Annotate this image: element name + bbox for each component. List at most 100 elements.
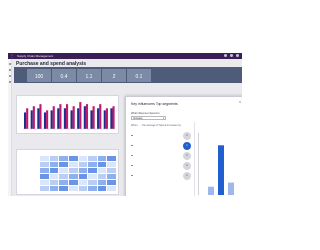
bar-mark[interactable]	[65, 104, 69, 129]
table-row[interactable]	[19, 174, 117, 179]
kpi-card[interactable]: 1.1	[77, 69, 101, 82]
pinned-icon[interactable]	[9, 81, 11, 83]
bar-mark[interactable]	[37, 108, 40, 129]
detail-bar[interactable]	[228, 182, 234, 195]
bar-mark[interactable]	[99, 104, 102, 129]
table-cell[interactable]	[49, 174, 60, 179]
table-cell[interactable]	[97, 174, 108, 179]
table-cell[interactable]	[78, 156, 89, 161]
bar-mark[interactable]	[90, 110, 93, 129]
table-cell[interactable]	[68, 162, 79, 167]
kpi-card[interactable]: 100	[27, 69, 51, 82]
bar-mark[interactable]	[83, 106, 86, 129]
table-cell[interactable]	[40, 168, 50, 173]
table-cell[interactable]	[107, 162, 117, 167]
table-cell[interactable]	[107, 186, 117, 191]
bar-mark[interactable]	[46, 110, 49, 129]
influencer-row[interactable]: 1	[131, 152, 191, 160]
table-cell[interactable]	[88, 156, 98, 161]
table-cell[interactable]	[49, 156, 60, 161]
table-cell[interactable]	[88, 174, 98, 179]
table-row[interactable]	[19, 168, 117, 173]
kpi-card[interactable]: 0.1	[127, 69, 151, 82]
bar-mark[interactable]	[43, 112, 47, 129]
bar-mark[interactable]	[105, 108, 108, 129]
table-cell[interactable]	[59, 156, 69, 161]
table-cell[interactable]	[88, 186, 98, 191]
table-cell[interactable]	[107, 180, 117, 185]
table-cell[interactable]	[68, 156, 79, 161]
bar-mark[interactable]	[70, 110, 73, 129]
bar-mark[interactable]	[85, 104, 89, 129]
recent-icon[interactable]	[9, 75, 11, 77]
bar-mark[interactable]	[97, 108, 100, 129]
table-cell[interactable]	[107, 174, 117, 179]
influencer-row[interactable]: 1	[131, 132, 191, 140]
table-cell[interactable]	[97, 156, 108, 161]
influencer-row[interactable]: 1	[131, 142, 191, 150]
table-row[interactable]	[19, 156, 117, 161]
kpi-card[interactable]: 2	[102, 69, 126, 82]
help-icon[interactable]	[230, 54, 233, 57]
app-launcher-icon[interactable]: ⋮	[10, 54, 14, 58]
bar-mark[interactable]	[72, 106, 75, 129]
bar-mark[interactable]	[57, 108, 60, 129]
table-row[interactable]	[19, 162, 117, 167]
table-cell[interactable]	[97, 162, 108, 167]
table-cell[interactable]	[78, 174, 89, 179]
spend-direction-dropdown[interactable]: Increase ▾	[131, 116, 166, 120]
table-cell[interactable]	[59, 174, 69, 179]
bar-mark[interactable]	[112, 106, 115, 129]
bar-mark[interactable]	[39, 104, 42, 129]
bar-mark[interactable]	[63, 108, 66, 129]
table-row[interactable]	[19, 180, 117, 185]
table-cell[interactable]	[59, 168, 69, 173]
table-cell[interactable]	[49, 162, 60, 167]
table-cell[interactable]	[40, 156, 50, 161]
bar-mark[interactable]	[32, 106, 35, 129]
table-cell[interactable]	[68, 180, 79, 185]
bar-mark[interactable]	[50, 110, 53, 129]
bar-mark[interactable]	[110, 108, 113, 129]
table-cell[interactable]	[97, 168, 108, 173]
table-cell[interactable]	[88, 168, 98, 173]
home-icon[interactable]	[9, 69, 11, 71]
table-cell[interactable]	[68, 186, 79, 191]
table-cell[interactable]	[59, 180, 69, 185]
avatar[interactable]	[236, 54, 239, 57]
table-cell[interactable]	[78, 162, 89, 167]
detail-bar[interactable]	[218, 145, 224, 195]
bar-mark[interactable]	[79, 102, 82, 129]
table-cell[interactable]	[78, 186, 89, 191]
table-cell[interactable]	[40, 174, 50, 179]
table-cell[interactable]	[107, 168, 117, 173]
bar-mark[interactable]	[26, 108, 29, 129]
bar-mark[interactable]	[30, 110, 33, 129]
table-cell[interactable]	[49, 168, 60, 173]
table-cell[interactable]	[49, 186, 60, 191]
table-cell[interactable]	[40, 162, 50, 167]
table-cell[interactable]	[78, 180, 89, 185]
table-cell[interactable]	[68, 168, 79, 173]
bar-mark[interactable]	[59, 104, 62, 129]
table-cell[interactable]	[107, 156, 117, 161]
table-cell[interactable]	[49, 180, 60, 185]
table-cell[interactable]	[59, 186, 69, 191]
table-cell[interactable]	[97, 180, 108, 185]
table-cell[interactable]	[78, 168, 89, 173]
table-cell[interactable]	[97, 186, 108, 191]
bar-mark[interactable]	[103, 110, 106, 129]
menu-icon[interactable]	[9, 63, 11, 65]
table-cell[interactable]	[40, 186, 50, 191]
table-cell[interactable]	[68, 174, 79, 179]
bar-mark[interactable]	[77, 108, 80, 129]
influencer-row[interactable]: 1	[131, 172, 191, 180]
influencer-row[interactable]: 1	[131, 162, 191, 170]
settings-icon[interactable]	[224, 54, 227, 57]
table-cell[interactable]	[59, 162, 69, 167]
detail-bar[interactable]	[208, 186, 214, 195]
table-cell[interactable]	[88, 180, 98, 185]
table-cell[interactable]	[40, 180, 50, 185]
kpi-card[interactable]: 0.4	[52, 69, 76, 82]
table-cell[interactable]	[88, 162, 98, 167]
